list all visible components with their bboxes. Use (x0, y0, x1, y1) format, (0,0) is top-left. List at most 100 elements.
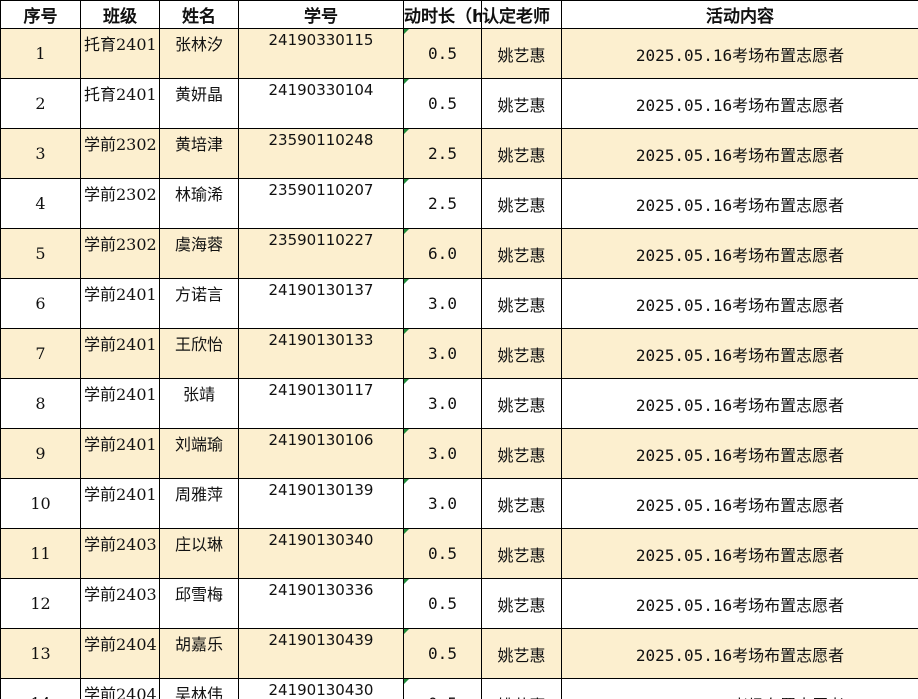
cell-class[interactable]: 学前2401 (80, 378, 160, 429)
cell-activity[interactable]: 2025.05.16考场布置志愿者 (561, 128, 918, 179)
cell-student-id[interactable]: 24190130106 (238, 428, 404, 479)
cell-hours[interactable]: 3.0 (403, 428, 482, 479)
header-student-id[interactable]: 学号 (238, 0, 404, 29)
cell-name[interactable]: 张靖 (159, 378, 239, 429)
cell-class[interactable]: 学前2403 (80, 528, 160, 579)
cell-seq[interactable]: 3 (0, 128, 81, 179)
cell-class[interactable]: 学前2404 (80, 678, 160, 699)
cell-hours[interactable]: 0.5 (403, 628, 482, 679)
cell-hours[interactable]: 2.5 (403, 128, 482, 179)
cell-activity[interactable]: 2025.05.16考场布置志愿者 (561, 378, 918, 429)
cell-class[interactable]: 学前2401 (80, 278, 160, 329)
cell-teacher[interactable]: 姚艺惠 (481, 428, 562, 479)
cell-seq[interactable]: 7 (0, 328, 81, 379)
cell-seq[interactable]: 2 (0, 78, 81, 129)
cell-student-id[interactable]: 24190130430 (238, 678, 404, 699)
cell-hours[interactable]: 0.5 (403, 578, 482, 629)
cell-hours[interactable]: 2.5 (403, 178, 482, 229)
cell-class[interactable]: 学前2403 (80, 578, 160, 629)
cell-student-id[interactable]: 24190130137 (238, 278, 404, 329)
cell-teacher[interactable]: 姚艺惠 (481, 28, 562, 79)
cell-student-id[interactable]: 24190330115 (238, 28, 404, 79)
cell-name[interactable]: 周雅萍 (159, 478, 239, 529)
cell-activity[interactable]: 2025.05.16考场布置志愿者 (561, 228, 918, 279)
cell-name[interactable]: 黄培津 (159, 128, 239, 179)
cell-hours[interactable]: 3.0 (403, 278, 482, 329)
cell-activity[interactable]: 2025.05.16考场布置志愿者 (561, 578, 918, 629)
header-activity[interactable]: 活动内容 (561, 0, 918, 29)
cell-activity[interactable]: 2025.05.16考场布置志愿者 (561, 328, 918, 379)
cell-seq[interactable]: 6 (0, 278, 81, 329)
cell-name[interactable]: 胡嘉乐 (159, 628, 239, 679)
cell-name[interactable]: 邱雪梅 (159, 578, 239, 629)
cell-class[interactable]: 学前2401 (80, 478, 160, 529)
header-seq[interactable]: 序号 (0, 0, 81, 29)
header-hours[interactable]: 动时长（h (403, 0, 482, 29)
cell-student-id[interactable]: 24190130117 (238, 378, 404, 429)
cell-class[interactable]: 学前2302 (80, 178, 160, 229)
cell-student-id[interactable]: 23590110248 (238, 128, 404, 179)
cell-teacher[interactable]: 姚艺惠 (481, 328, 562, 379)
cell-name[interactable]: 方诺言 (159, 278, 239, 329)
cell-activity[interactable]: 2025.05.16考场布置志愿者 (561, 178, 918, 229)
cell-hours[interactable]: 0.5 (403, 28, 482, 79)
cell-student-id[interactable]: 24190130340 (238, 528, 404, 579)
cell-hours[interactable]: 3.0 (403, 378, 482, 429)
cell-name[interactable]: 林瑜浠 (159, 178, 239, 229)
cell-student-id[interactable]: 23590110227 (238, 228, 404, 279)
cell-name[interactable]: 吴林伟 (159, 678, 239, 699)
cell-name[interactable]: 王欣怡 (159, 328, 239, 379)
cell-seq[interactable]: 4 (0, 178, 81, 229)
cell-activity[interactable]: 2025.05.16考场布置志愿者 (561, 278, 918, 329)
header-teacher[interactable]: 认定老师 (481, 0, 562, 29)
cell-name[interactable]: 刘端瑜 (159, 428, 239, 479)
cell-activity[interactable]: 2025.05.16考场布置志愿者 (561, 628, 918, 679)
cell-seq[interactable]: 11 (0, 528, 81, 579)
cell-seq[interactable]: 13 (0, 628, 81, 679)
cell-class[interactable]: 托育2401 (80, 78, 160, 129)
cell-student-id[interactable]: 24190130133 (238, 328, 404, 379)
cell-class[interactable]: 学前2404 (80, 628, 160, 679)
cell-hours[interactable]: 3.0 (403, 478, 482, 529)
cell-student-id[interactable]: 24190130439 (238, 628, 404, 679)
cell-class[interactable]: 学前2302 (80, 228, 160, 279)
cell-student-id[interactable]: 23590110207 (238, 178, 404, 229)
header-class[interactable]: 班级 (80, 0, 160, 29)
cell-hours[interactable]: 0.5 (403, 678, 482, 699)
cell-class[interactable]: 学前2401 (80, 328, 160, 379)
cell-seq[interactable]: 12 (0, 578, 81, 629)
cell-seq[interactable]: 5 (0, 228, 81, 279)
cell-name[interactable]: 黄妍晶 (159, 78, 239, 129)
cell-activity[interactable]: 2025.05.16考场布置志愿者 (561, 478, 918, 529)
cell-seq[interactable]: 1 (0, 28, 81, 79)
cell-teacher[interactable]: 姚艺惠 (481, 528, 562, 579)
cell-activity[interactable]: 2025.05.16考场布置志愿者 (561, 428, 918, 479)
cell-teacher[interactable]: 姚艺惠 (481, 278, 562, 329)
cell-name[interactable]: 虞海蓉 (159, 228, 239, 279)
cell-activity[interactable]: 2025.05.16考场布置志愿者 (561, 678, 918, 699)
cell-hours[interactable]: 3.0 (403, 328, 482, 379)
cell-teacher[interactable]: 姚艺惠 (481, 478, 562, 529)
cell-teacher[interactable]: 姚艺惠 (481, 378, 562, 429)
cell-hours[interactable]: 0.5 (403, 528, 482, 579)
cell-class[interactable]: 学前2302 (80, 128, 160, 179)
cell-teacher[interactable]: 姚艺惠 (481, 228, 562, 279)
cell-student-id[interactable]: 24190130139 (238, 478, 404, 529)
cell-seq[interactable]: 10 (0, 478, 81, 529)
cell-seq[interactable]: 9 (0, 428, 81, 479)
cell-teacher[interactable]: 姚艺惠 (481, 178, 562, 229)
cell-student-id[interactable]: 24190130336 (238, 578, 404, 629)
cell-name[interactable]: 张林汐 (159, 28, 239, 79)
cell-activity[interactable]: 2025.05.16考场布置志愿者 (561, 28, 918, 79)
header-name[interactable]: 姓名 (159, 0, 239, 29)
cell-student-id[interactable]: 24190330104 (238, 78, 404, 129)
cell-teacher[interactable]: 姚艺惠 (481, 78, 562, 129)
cell-teacher[interactable]: 姚艺惠 (481, 628, 562, 679)
cell-teacher[interactable]: 姚艺惠 (481, 578, 562, 629)
cell-class[interactable]: 托育2401 (80, 28, 160, 79)
cell-activity[interactable]: 2025.05.16考场布置志愿者 (561, 528, 918, 579)
cell-seq[interactable]: 14 (0, 678, 81, 699)
cell-hours[interactable]: 6.0 (403, 228, 482, 279)
cell-teacher[interactable]: 姚艺惠 (481, 128, 562, 179)
cell-hours[interactable]: 0.5 (403, 78, 482, 129)
